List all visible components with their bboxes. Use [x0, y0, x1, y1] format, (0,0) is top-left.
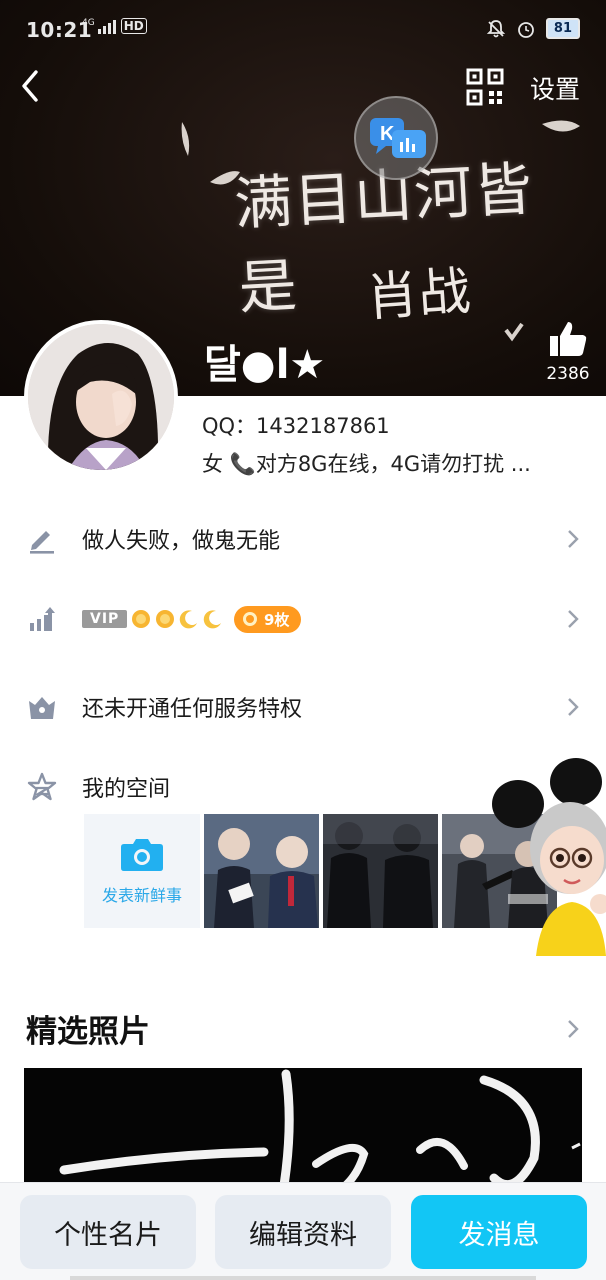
network-type: 4G	[82, 18, 95, 28]
camera-icon	[121, 839, 163, 871]
privilege-row[interactable]: 还未开通任何服务特权	[0, 672, 606, 742]
sun-icon	[132, 610, 150, 628]
level-up-icon	[30, 607, 55, 631]
qq-level-icons	[130, 608, 224, 630]
coin-badge[interactable]: 9枚	[234, 605, 302, 633]
signal-icon	[97, 20, 116, 34]
chevron-right-icon	[568, 698, 579, 716]
coin-count: 9枚	[264, 610, 290, 629]
chevron-right-icon	[568, 610, 579, 628]
mascot-girl-icon	[492, 758, 606, 956]
nickname: 달●l★	[204, 342, 326, 388]
space-photo-1[interactable]	[204, 814, 319, 928]
bottom-divider	[70, 1276, 536, 1280]
qr-code-button[interactable]	[466, 68, 504, 106]
star-space-icon	[27, 772, 57, 801]
signature-text: 做人失败，做鬼无能	[82, 529, 281, 554]
alarm-icon	[518, 21, 534, 38]
chevron-right-icon	[568, 530, 579, 548]
space-photo-2[interactable]	[323, 814, 438, 928]
chevron-right-icon[interactable]	[564, 1018, 582, 1040]
featured-photos-title: 精选照片	[26, 1014, 150, 1050]
moon-icon	[203, 610, 221, 629]
qr-code-icon	[466, 68, 504, 106]
like-count: 2386	[546, 364, 590, 384]
personal-card-button[interactable]: 个性名片	[20, 1195, 196, 1269]
thumbs-up-icon	[550, 322, 587, 356]
level-row[interactable]: VIP 9枚	[0, 584, 606, 654]
status-icons: 81	[486, 18, 580, 39]
post-new-label: 发表新鲜事	[101, 886, 182, 905]
coin-icon	[243, 612, 257, 626]
profile-bio[interactable]: 女 📞对方8G在线，4G请勿打扰 ...	[202, 448, 582, 478]
hd-badge: HD	[120, 18, 147, 34]
kge-music-icon: K	[370, 118, 426, 158]
battery-indicator: 81	[545, 18, 580, 39]
bottom-action-bar: 个性名片 编辑资料 发消息	[0, 1182, 606, 1280]
sun-icon	[156, 610, 174, 628]
settings-button[interactable]: 设置	[530, 70, 580, 106]
featured-photo[interactable]	[24, 1068, 582, 1198]
space-thumbnails: 发表新鲜事	[84, 814, 557, 928]
pencil-icon	[30, 531, 54, 554]
floating-avatar-mascot[interactable]	[492, 756, 606, 956]
moon-icon	[179, 610, 197, 629]
my-space-label: 我的空间	[82, 777, 171, 802]
mute-bell-icon	[486, 19, 506, 37]
avatar[interactable]	[24, 320, 178, 474]
crown-icon	[29, 697, 55, 719]
status-bar: 10:21 4G HD 81	[0, 0, 606, 60]
network-indicator: 4G HD	[82, 18, 147, 34]
post-new-button[interactable]: 发表新鲜事	[84, 814, 200, 928]
send-message-button[interactable]: 发消息	[411, 1195, 587, 1269]
privilege-text: 还未开通任何服务特权	[82, 697, 303, 722]
chevron-left-icon	[22, 70, 38, 102]
like-button[interactable]: 2386	[538, 320, 598, 390]
qq-number: QQ：1432187861	[202, 414, 390, 438]
back-button[interactable]	[14, 64, 54, 108]
kge-badge[interactable]: K	[354, 96, 438, 180]
vip-tag: VIP	[82, 610, 128, 628]
calligraphy-artwork	[24, 1068, 582, 1198]
signature-row[interactable]: 做人失败，做鬼无能	[0, 504, 606, 574]
photo-thumbnail	[323, 814, 438, 928]
avatar-photo	[28, 324, 174, 470]
photo-thumbnail	[204, 814, 319, 928]
edit-profile-button[interactable]: 编辑资料	[215, 1195, 391, 1269]
cover-text-line2: 肖战	[364, 261, 473, 329]
